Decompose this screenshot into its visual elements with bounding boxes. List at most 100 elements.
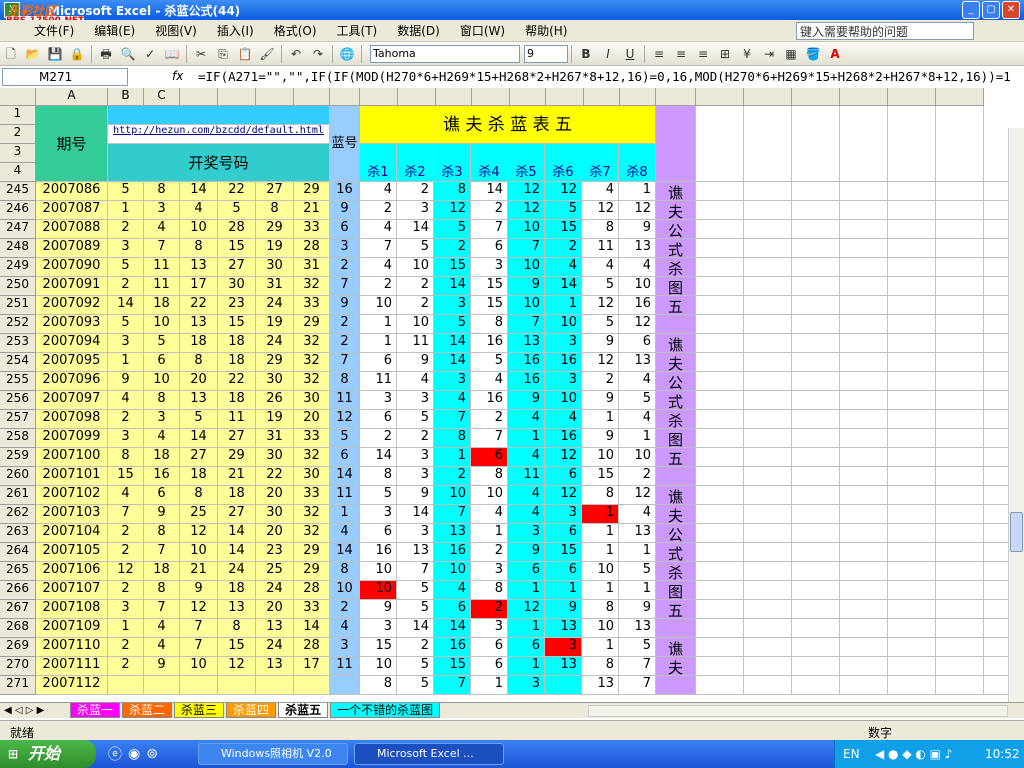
empty-cell[interactable] [840,353,888,372]
kill-cell[interactable]: 12 [619,486,656,505]
number-cell[interactable]: 3 [108,429,144,448]
kill-cell[interactable]: 5 [582,277,619,296]
empty-cell[interactable] [888,581,936,600]
number-cell[interactable]: 2 [108,524,144,543]
tab-nav-icon[interactable]: ◀ ◁ ▷ ▶ [0,705,70,716]
column-header[interactable] [792,88,840,106]
kill-cell[interactable]: 10 [360,657,397,676]
number-cell[interactable]: 24 [218,562,256,581]
kill-cell[interactable]: 9 [397,486,434,505]
empty-cell[interactable] [696,619,744,638]
number-cell[interactable]: 4 [108,486,144,505]
number-cell[interactable]: 2 [108,543,144,562]
number-cell[interactable]: 33 [294,429,330,448]
number-cell[interactable]: 25 [256,562,294,581]
number-cell[interactable]: 21 [218,467,256,486]
kill-cell[interactable]: 4 [508,505,545,524]
row-header[interactable]: 266 [0,581,36,600]
number-cell[interactable]: 28 [294,581,330,600]
kill-cell[interactable]: 7 [508,315,545,334]
empty-cell[interactable] [744,182,792,201]
empty-cell[interactable] [744,334,792,353]
paste-icon[interactable]: 📋 [235,45,255,63]
row-header[interactable]: 261 [0,486,36,505]
number-cell[interactable]: 7 [144,239,180,258]
name-box[interactable]: M271 [2,68,128,86]
period-cell[interactable]: 2007097 [36,391,108,410]
empty-cell[interactable] [936,258,984,277]
blue-cell[interactable]: 8 [330,562,360,581]
number-cell[interactable]: 18 [218,581,256,600]
empty-cell[interactable] [840,448,888,467]
kill-cell[interactable]: 5 [545,201,582,220]
empty-cell[interactable] [696,334,744,353]
empty-cell[interactable] [936,676,984,695]
kill-cell[interactable]: 11 [582,239,619,258]
period-cell[interactable]: 2007105 [36,543,108,562]
number-cell[interactable]: 21 [294,201,330,220]
kill-cell[interactable]: 10 [360,296,397,315]
empty-cell[interactable] [936,486,984,505]
number-cell[interactable] [256,676,294,695]
kill-cell[interactable]: 6 [545,467,582,486]
number-cell[interactable]: 32 [294,372,330,391]
number-cell[interactable]: 15 [218,315,256,334]
kill-cell[interactable]: 10 [434,486,471,505]
number-cell[interactable]: 12 [180,600,218,619]
empty-cell[interactable] [840,220,888,239]
column-header[interactable] [620,88,656,106]
number-cell[interactable]: 23 [218,296,256,315]
kill-cell[interactable]: 1 [508,657,545,676]
kill-cell[interactable]: 1 [619,182,656,201]
number-cell[interactable]: 29 [218,448,256,467]
kill-cell[interactable]: 4 [582,258,619,277]
column-header[interactable] [436,88,472,106]
empty-cell[interactable] [888,239,936,258]
empty-cell[interactable] [888,296,936,315]
kill-cell[interactable]: 8 [471,467,508,486]
number-cell[interactable]: 29 [256,353,294,372]
number-cell[interactable] [294,676,330,695]
kill-cell[interactable]: 16 [434,638,471,657]
kill-cell[interactable]: 16 [619,296,656,315]
blue-cell[interactable]: 11 [330,391,360,410]
number-cell[interactable]: 27 [180,448,218,467]
minimize-button[interactable]: _ [962,1,980,19]
number-cell[interactable]: 6 [144,486,180,505]
kill-cell[interactable]: 3 [360,391,397,410]
blue-cell[interactable]: 11 [330,486,360,505]
kill-cell[interactable]: 3 [360,619,397,638]
kill-cell[interactable]: 15 [434,657,471,676]
media-icon[interactable]: ◉ [128,746,140,762]
empty-cell[interactable] [888,467,936,486]
number-cell[interactable]: 33 [294,486,330,505]
undo-icon[interactable]: ↶ [286,45,306,63]
kill-cell[interactable]: 4 [619,258,656,277]
align-center-icon[interactable]: ≡ [671,45,691,63]
kill-cell[interactable]: 4 [619,505,656,524]
period-cell[interactable]: 2007108 [36,600,108,619]
kill-cell[interactable]: 10 [508,220,545,239]
blue-cell[interactable]: 10 [330,581,360,600]
column-header[interactable] [472,88,510,106]
indent-icon[interactable]: ⇥ [759,45,779,63]
number-cell[interactable]: 20 [180,372,218,391]
kill-cell[interactable]: 2 [471,410,508,429]
kill-cell[interactable]: 5 [397,657,434,676]
period-cell[interactable]: 2007103 [36,505,108,524]
empty-cell[interactable] [936,505,984,524]
period-cell[interactable]: 2007087 [36,201,108,220]
kill-cell[interactable]: 1 [619,429,656,448]
format-painter-icon[interactable]: 🖌 [257,45,277,63]
number-cell[interactable]: 31 [294,258,330,277]
row-header[interactable]: 256 [0,391,36,410]
number-cell[interactable]: 7 [180,638,218,657]
period-cell[interactable]: 2007089 [36,239,108,258]
empty-cell[interactable] [792,581,840,600]
number-cell[interactable]: 24 [256,334,294,353]
kill-cell[interactable]: 5 [434,315,471,334]
empty-cell[interactable] [792,619,840,638]
row-header[interactable]: 254 [0,353,36,372]
kill-cell[interactable]: 7 [397,562,434,581]
kill-cell[interactable]: 1 [471,524,508,543]
